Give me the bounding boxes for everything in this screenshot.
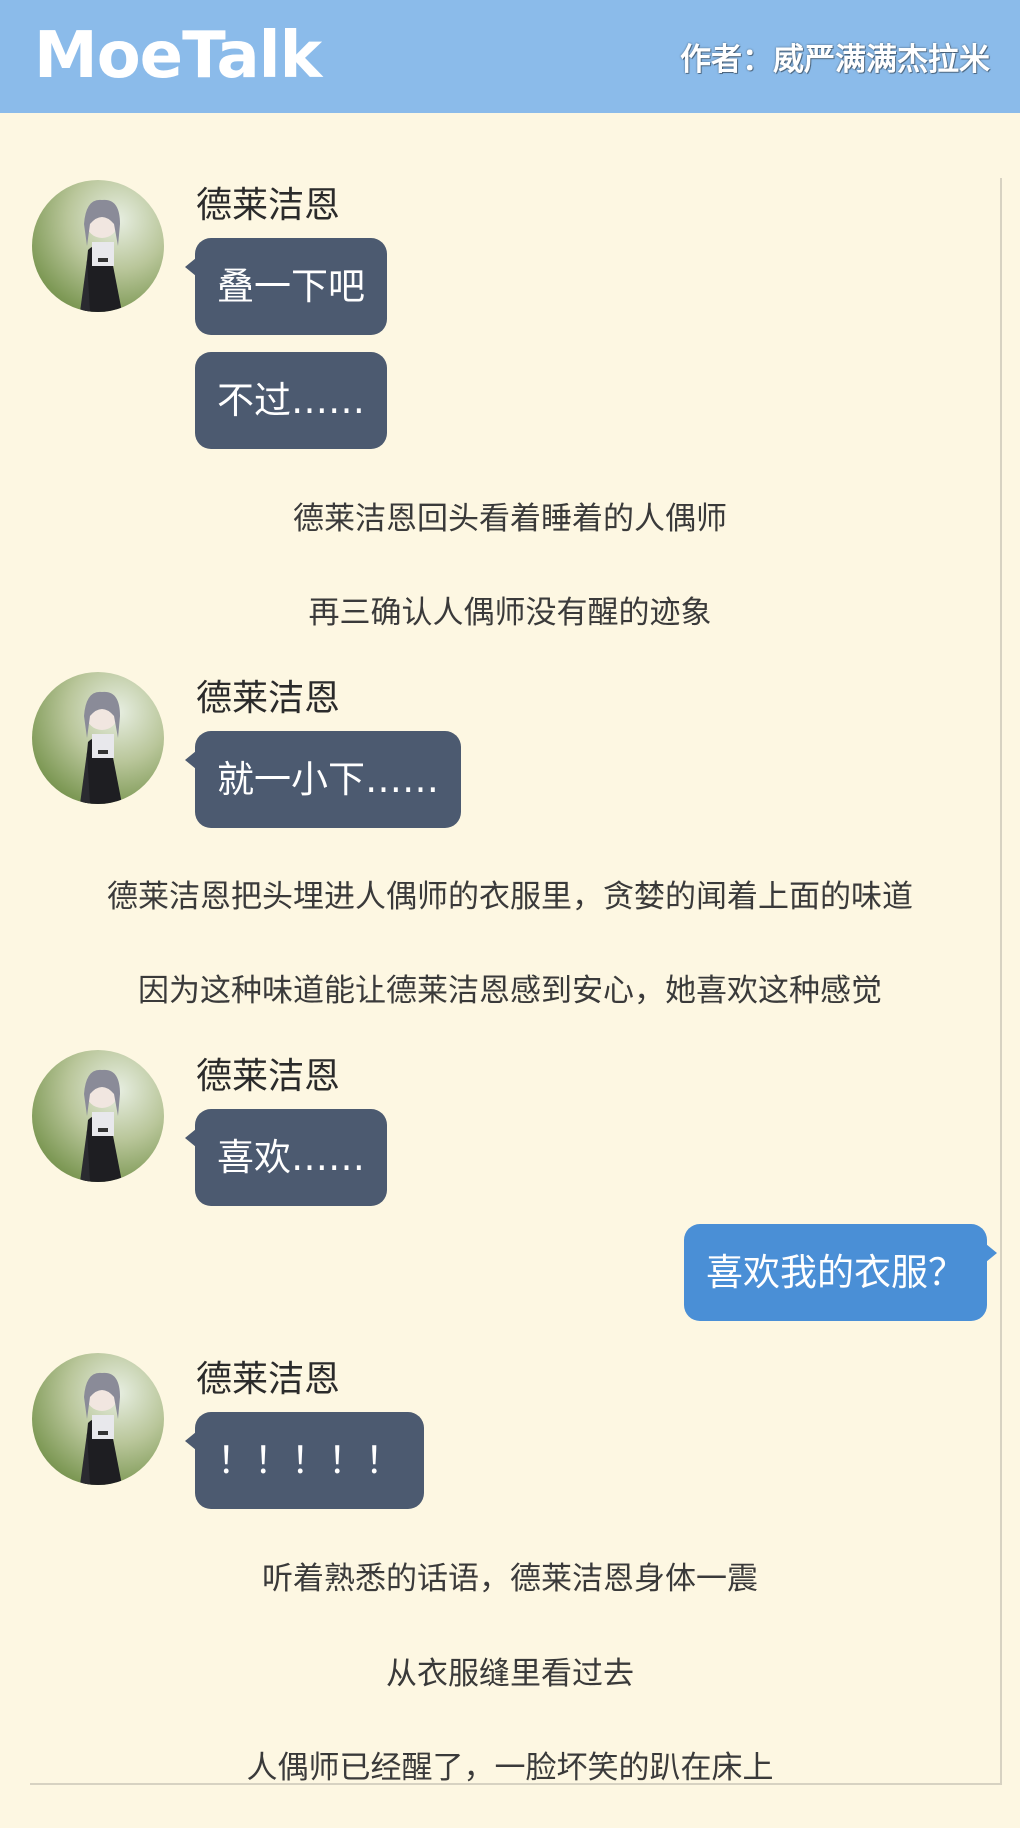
character-avatar-icon[interactable] bbox=[32, 1050, 164, 1182]
narration-text: 从衣服缝里看过去 bbox=[386, 1656, 634, 1692]
character-avatar-icon[interactable] bbox=[32, 672, 164, 804]
character-message-bubble: 叠一下吧 bbox=[185, 238, 387, 335]
narration-text: 人偶师已经醒了，一脸坏笑的趴在床上 bbox=[246, 1750, 774, 1786]
character-avatar-icon[interactable] bbox=[32, 180, 164, 312]
character-name: 德莱洁恩 bbox=[196, 1056, 341, 1097]
self-message-bubble: 喜欢我的衣服？ bbox=[684, 1224, 997, 1321]
character-portrait-icon bbox=[80, 199, 122, 312]
narration-text: 因为这种味道能让德莱洁恩感到安心，她喜欢这种感觉 bbox=[138, 973, 882, 1009]
character-avatar-icon[interactable] bbox=[32, 1353, 164, 1485]
character-name: 德莱洁恩 bbox=[196, 185, 341, 226]
narration-text: 德莱洁恩回头看着睡着的人偶师 bbox=[293, 501, 727, 537]
character-message-bubble: 喜欢…… bbox=[185, 1109, 387, 1206]
character-portrait-icon bbox=[80, 691, 122, 804]
character-message-bubble: 不过…… bbox=[195, 352, 387, 449]
character-portrait-icon bbox=[80, 1372, 122, 1485]
character-message-bubble: 就一小下…… bbox=[185, 731, 461, 828]
character-portrait-icon bbox=[80, 1069, 122, 1182]
narration-text: 听着熟悉的话语，德莱洁恩身体一震 bbox=[262, 1561, 758, 1597]
character-name: 德莱洁恩 bbox=[196, 678, 341, 719]
moetalk-page: MoeTalk 作者：威严满满杰拉米 德莱洁恩 叠一下吧 不过…… 德莱洁恩回头… bbox=[0, 0, 1020, 1828]
character-name: 德莱洁恩 bbox=[196, 1359, 341, 1400]
author-credit: 作者：威严满满杰拉米 bbox=[680, 42, 990, 78]
narration-text: 德莱洁恩把头埋进人偶师的衣服里，贪婪的闻着上面的味道 bbox=[107, 879, 913, 915]
app-logo: MoeTalk bbox=[34, 19, 322, 93]
narration-text: 再三确认人偶师没有醒的迹象 bbox=[308, 595, 712, 631]
header-bar: MoeTalk 作者：威严满满杰拉米 bbox=[0, 0, 1020, 113]
character-message-bubble: ！！！！！ bbox=[185, 1412, 424, 1509]
